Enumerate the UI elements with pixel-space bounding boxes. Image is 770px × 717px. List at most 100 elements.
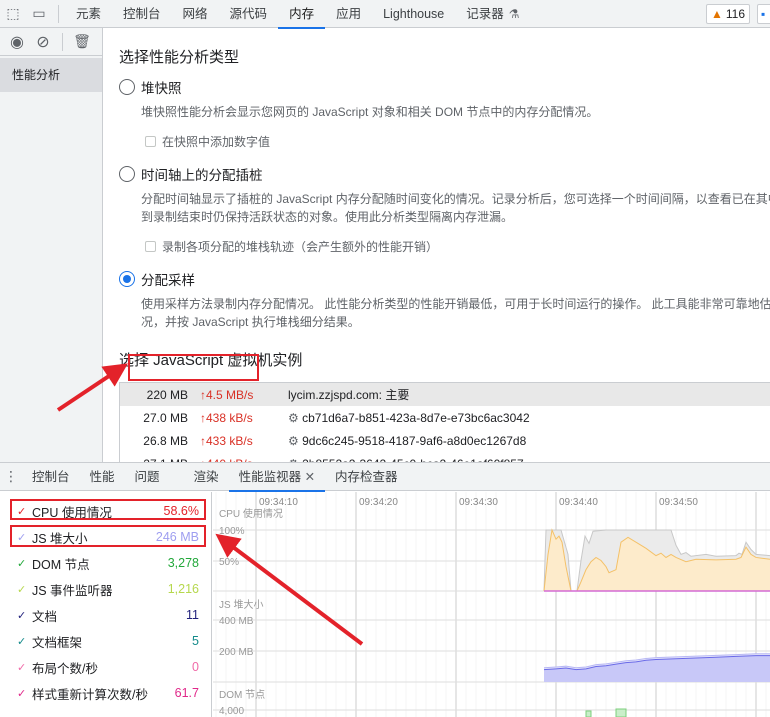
tab-5[interactable]: 应用 — [325, 0, 372, 28]
metric-label: JS 事件监听器 — [32, 583, 113, 598]
divider — [62, 32, 63, 51]
time-tick: 09:34:40 — [559, 497, 598, 508]
tab-label: 问题 — [134, 469, 160, 484]
vm-row[interactable]: 27.0 MB ↑438 kB/s ⚙ cb71d6a7-b851-423a-8d7… — [120, 406, 770, 429]
vm-rate: ↑433 kB/s — [200, 433, 253, 448]
option-checkbox[interactable]: 录制各项分配的堆栈轨迹（会产生额外的性能开销） — [145, 238, 770, 255]
dom-bar — [585, 710, 592, 717]
tab-7[interactable]: 记录器 — [455, 0, 515, 28]
clear-icon[interactable]: ⊘ — [30, 28, 56, 56]
tab-6[interactable]: Lighthouse — [372, 0, 455, 28]
highlight-box — [10, 499, 206, 520]
check-icon[interactable]: ✓ — [17, 583, 30, 596]
time-tick: 09:34:50 — [659, 497, 698, 508]
metric-value: 11 — [186, 608, 199, 622]
record-icon[interactable]: ◉ — [4, 28, 30, 56]
checkbox-label: 录制各项分配的堆栈轨迹（会产生额外的性能开销） — [162, 240, 439, 254]
vm-rate: ↑4.5 MB/s — [200, 387, 254, 402]
metric-row[interactable]: ✓ 布局个数/秒 0 — [0, 654, 211, 680]
description-line: 堆快照性能分析会显示您网页的 JavaScript 对象和相关 DOM 节点中的… — [141, 105, 599, 119]
vm-size: 27.0 MB — [143, 410, 188, 425]
description-line: 到录制结束时仍保持活跃状态的对象。使用此分析类型隔离内存泄漏。 — [141, 210, 514, 224]
vm-name: 9dc6c245-9518-4187-9af6-a8d0ec1267d8 — [302, 433, 527, 448]
close-icon[interactable]: ✕ — [305, 470, 315, 484]
axis-label: CPU 使用情况 — [219, 507, 283, 520]
vm-row[interactable]: 26.8 MB ↑433 kB/s ⚙ 9dc6c245-9518-4187-9af… — [120, 429, 770, 452]
metric-value: 61.7 — [174, 686, 199, 700]
drawer-tab-1[interactable]: 性能 — [80, 463, 125, 491]
trash-icon[interactable]: 🗑 — [69, 28, 95, 56]
highlight-box — [10, 525, 206, 547]
radio-button[interactable] — [119, 271, 135, 287]
tab-0[interactable]: 元素 — [65, 0, 112, 28]
option-label: 时间轴上的分配插桩 — [141, 168, 263, 183]
time-tick: 09:34:30 — [459, 497, 498, 508]
description-line: 况，并按 JavaScript 执行堆栈细分结果。 — [141, 315, 360, 329]
check-icon[interactable]: ✓ — [17, 609, 30, 622]
vm-row[interactable]: 27.1 MB↑440 kB/s⚙ 2b8552a2-3642-45c0-bca… — [120, 452, 770, 463]
axis-label: 200 MB — [219, 647, 254, 658]
inspect-element-icon[interactable]: ⬚ — [0, 0, 26, 28]
axis-label: 4,000 — [219, 706, 244, 717]
option-label: 分配采样 — [141, 273, 195, 288]
device-toggle-icon[interactable]: ▭ — [26, 0, 52, 28]
vm-size: 26.8 MB — [143, 433, 188, 448]
checkbox[interactable] — [145, 136, 156, 147]
vm-list: 220 MB ↑4.5 MB/s lycim.zzjspd.com: 主要 27.0 … — [119, 382, 770, 462]
metric-label: 布局个数/秒 — [32, 661, 98, 676]
warnings-badge[interactable]: ▲ 116 — [706, 4, 751, 24]
tab-4[interactable]: 内存 — [278, 0, 326, 29]
check-icon[interactable]: ✓ — [17, 557, 30, 570]
vm-size: 220 MB — [146, 387, 188, 402]
sidebar: ◉ ⊘ 🗑 性能分析 — [0, 28, 103, 462]
axis-label: 400 MB — [219, 616, 254, 627]
axis-label: JS 堆大小 — [219, 598, 263, 611]
drawer-tab-2[interactable]: 问题 — [125, 463, 170, 491]
profile-option[interactable]: 分配采样 — [119, 269, 770, 289]
option-description: 分配时间轴显示了插桩的 JavaScript 内存分配随时间变化的情况。记录分析… — [141, 190, 770, 226]
divider — [58, 4, 59, 23]
more-menu-icon[interactable]: ⋮ — [0, 463, 22, 491]
gear-icon: ⚙ — [288, 410, 303, 425]
metric-value: 5 — [192, 634, 199, 648]
option-checkbox[interactable]: 在快照中添加数字值 — [145, 133, 770, 150]
drawer-tab-5[interactable]: 内存检查器 — [325, 463, 408, 491]
tab-3[interactable]: 源代码 — [219, 0, 279, 28]
gear-icon: ⚙ — [288, 433, 303, 448]
tab-label: 渲染 — [193, 469, 219, 484]
warning-icon: ▲ — [711, 7, 723, 21]
option-description: 堆快照性能分析会显示您网页的 JavaScript 对象和相关 DOM 节点中的… — [141, 103, 770, 121]
metric-row[interactable]: ✓ JS 事件监听器 1,216 — [0, 576, 211, 602]
check-icon[interactable]: ✓ — [17, 635, 30, 648]
description-line: 分配时间轴显示了插桩的 JavaScript 内存分配随时间变化的情况。记录分析… — [141, 192, 770, 206]
metric-row[interactable]: ✓ 文档框架 5 — [0, 628, 211, 654]
check-icon[interactable]: ✓ — [17, 687, 30, 700]
axis-label: 50% — [219, 557, 239, 568]
devtools-toolbar: ⬚ ▭ 元素 控制台 网络 源代码 内存 应用 Lighthouse 记录器 ⚗ ▲ 116 ▪ — [0, 0, 770, 29]
metric-value: 0 — [192, 660, 199, 674]
option-label: 堆快照 — [141, 81, 182, 96]
metric-label: 样式重新计算次数/秒 — [32, 687, 148, 702]
sidebar-item-profiles[interactable]: 性能分析 — [0, 58, 102, 92]
profile-option[interactable]: 堆快照 — [119, 77, 770, 97]
radio-button[interactable] — [119, 79, 135, 95]
axis-label: DOM 节点 — [219, 689, 265, 701]
tab-1[interactable]: 控制台 — [112, 0, 172, 28]
check-icon[interactable]: ✓ — [17, 661, 30, 674]
metric-row[interactable]: ✓ DOM 节点 3,278 — [0, 550, 211, 576]
tab-2[interactable]: 网络 — [172, 0, 219, 28]
vm-row[interactable]: 220 MB ↑4.5 MB/s lycim.zzjspd.com: 主要 — [120, 383, 770, 406]
messages-icon[interactable]: ▪ — [757, 4, 770, 24]
checkbox[interactable] — [145, 241, 156, 252]
memory-panel: 选择性能分析类型 堆快照 堆快照性能分析会显示您网页的 JavaScript 对象… — [104, 28, 770, 462]
profile-option[interactable]: 时间轴上的分配插桩 — [119, 164, 770, 184]
metric-label: DOM 节点 — [32, 557, 90, 572]
metric-row[interactable]: ✓ 文档 11 — [0, 602, 211, 628]
tab-label: 控制台 — [32, 469, 70, 484]
drawer-tab-0[interactable]: 控制台 — [22, 463, 80, 491]
metric-row[interactable]: ✓ 样式重新计算次数/秒 61.7 — [0, 680, 211, 706]
axis-label: 100% — [219, 526, 245, 537]
radio-button[interactable] — [119, 166, 135, 182]
drawer-tab-4[interactable]: 性能监视器 ✕ — [228, 463, 326, 492]
drawer-tab-3[interactable]: 渲染 — [184, 463, 229, 491]
